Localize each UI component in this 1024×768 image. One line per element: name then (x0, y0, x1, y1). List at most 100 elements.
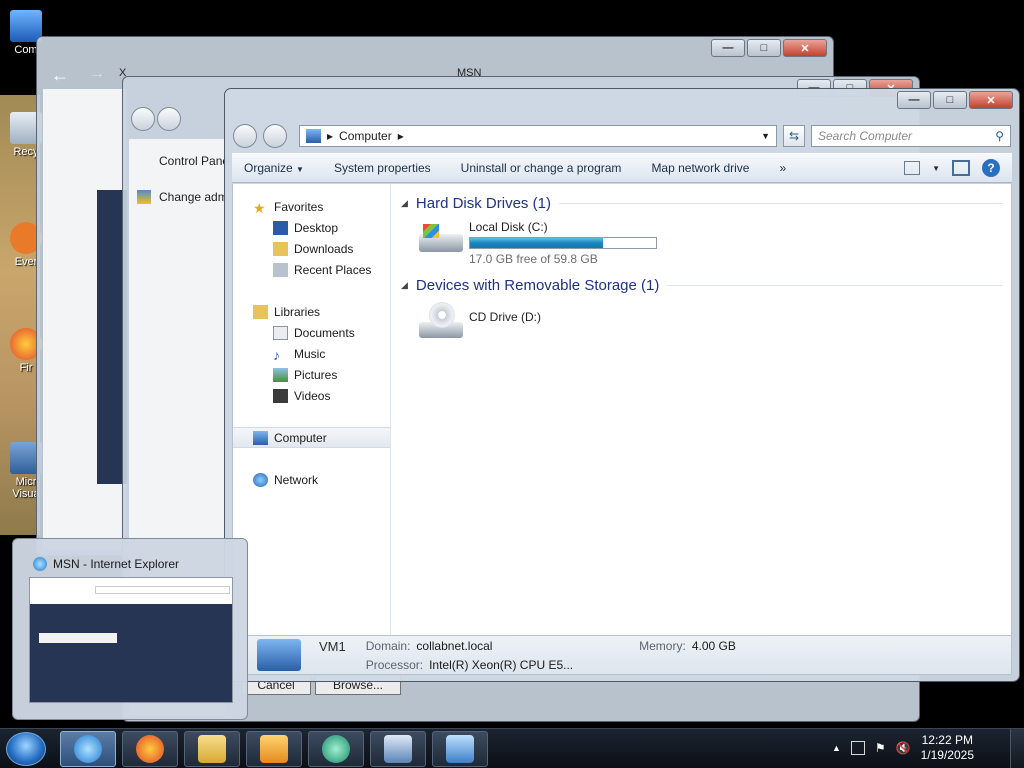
map-network-drive-button[interactable]: Map network drive (651, 161, 749, 175)
network-icon (253, 472, 268, 487)
action-center-flag-icon[interactable]: ⚑ (875, 741, 886, 755)
chevron-down-icon[interactable]: ▼ (932, 164, 940, 173)
refresh-icon: ⇆ (788, 129, 800, 143)
taskbar-control-panel[interactable] (432, 731, 488, 767)
nav-network[interactable]: Network (233, 469, 390, 490)
taskbar-remote-desktop[interactable] (370, 731, 426, 767)
explorer-caption-buttons: — □ ✕ (897, 91, 1013, 109)
breadcrumb-separator-icon: ▸ (327, 129, 334, 143)
pictures-icon (273, 367, 288, 382)
documents-icon (273, 325, 288, 340)
memory-label: Memory: (639, 639, 686, 653)
taskbar-thumbnail-preview[interactable]: MSN - Internet Explorer (12, 538, 248, 720)
browser-caption-buttons: — □ ✕ (711, 39, 827, 57)
taskbar-firefox[interactable] (122, 731, 178, 767)
control-panel-breadcrumb[interactable]: Control Pane (159, 154, 229, 168)
volume-muted-icon[interactable]: 🔇 (896, 741, 911, 755)
drive-cd[interactable]: CD Drive (D:) (401, 296, 1003, 346)
address-row: ▸ Computer ▸ ▼ ⇆ Search Computer ⚲ (233, 123, 1011, 149)
preview-pane-icon[interactable] (952, 160, 970, 176)
change-admin-link[interactable]: Change adm (159, 190, 228, 204)
forward-button[interactable] (263, 124, 287, 148)
chevron-down-icon[interactable]: ▼ (761, 131, 770, 141)
memory-value: 4.00 GB (691, 639, 736, 653)
close-button[interactable]: ✕ (969, 91, 1013, 109)
desktop-icon (273, 220, 288, 235)
details-pane: VM1 Domain: collabnet.local Memory: 4.00 … (232, 635, 1012, 675)
group-hard-disk-drives[interactable]: ◢ Hard Disk Drives (1) (401, 192, 1003, 214)
cd-drive-icon (415, 302, 463, 338)
taskbar-internet-explorer[interactable] (60, 731, 116, 767)
nav-computer[interactable]: Computer (233, 427, 390, 448)
domain-value: collabnet.local (416, 639, 493, 653)
nav-documents[interactable]: Documents (233, 322, 390, 343)
local-disk-name: Local Disk (C:) (469, 220, 548, 234)
network-tray-icon[interactable] (850, 741, 865, 755)
processor-value: Intel(R) Xeon(R) CPU E5... (429, 657, 574, 672)
explorer-window[interactable]: — □ ✕ ▸ Computer ▸ ▼ ⇆ Search Computer ⚲… (224, 88, 1020, 682)
breadcrumb-separator-icon[interactable]: ▸ (398, 129, 404, 143)
group-removable-storage[interactable]: ◢ Devices with Removable Storage (1) (401, 274, 1003, 296)
chevron-down-icon: ▼ (296, 165, 304, 174)
back-arrow-icon[interactable]: ← (51, 65, 69, 86)
taskbar: ▲ ⚑ 🔇 12:22 PM 1/19/2025 (0, 728, 1024, 768)
nav-videos[interactable]: Videos (233, 385, 390, 406)
address-computer-crumb[interactable]: Computer (339, 129, 392, 143)
collapse-arrow-icon[interactable]: ◢ (401, 198, 408, 209)
control-panel-icon (446, 735, 474, 763)
local-disk-free-space: 17.0 GB free of 59.8 GB (469, 252, 598, 266)
nav-pictures[interactable]: Pictures (233, 364, 390, 385)
collapse-arrow-icon[interactable]: ◢ (401, 280, 408, 291)
start-button[interactable] (6, 732, 46, 766)
address-bar[interactable]: ▸ Computer ▸ ▼ (299, 125, 777, 147)
videos-icon (273, 388, 288, 403)
maximize-button[interactable]: □ (747, 39, 781, 57)
explorer-body: ★ Favorites Desktop Downloads Recent Plac… (232, 184, 1012, 635)
close-button[interactable]: ✕ (783, 39, 827, 57)
organize-button[interactable]: Organize ▼ (244, 161, 304, 175)
nav-favorites[interactable]: ★ Favorites (233, 196, 390, 217)
music-icon: ♪ (273, 346, 280, 363)
search-icon: ⚲ (995, 129, 1004, 143)
system-properties-button[interactable]: System properties (334, 161, 431, 175)
media-player-icon (260, 735, 288, 763)
clock[interactable]: 12:22 PM 1/19/2025 (921, 733, 974, 763)
forward-arrow-icon[interactable]: → (89, 65, 105, 83)
more-commands-button[interactable]: » (779, 161, 786, 175)
search-input[interactable]: Search Computer ⚲ (811, 125, 1011, 147)
uac-shield-icon (137, 190, 151, 204)
command-bar: Organize ▼ System properties Uninstall o… (232, 153, 1012, 183)
folder-icon (198, 735, 226, 763)
minimize-button[interactable]: — (897, 91, 931, 109)
computer-icon (253, 430, 268, 445)
nav-music[interactable]: ♪ Music (233, 343, 390, 364)
taskbar-app-globe[interactable] (308, 731, 364, 767)
help-icon[interactable]: ? (982, 159, 1000, 177)
navigation-pane: ★ Favorites Desktop Downloads Recent Plac… (233, 184, 391, 635)
uninstall-program-button[interactable]: Uninstall or change a program (461, 161, 622, 175)
view-options-icon[interactable] (904, 161, 921, 175)
nav-recent-places[interactable]: Recent Places (233, 259, 390, 280)
nav-libraries[interactable]: Libraries (233, 301, 390, 322)
nav-downloads[interactable]: Downloads (233, 238, 390, 259)
computer-name: VM1 (319, 638, 346, 654)
back-button[interactable] (131, 107, 155, 131)
taskbar-file-explorer[interactable] (184, 731, 240, 767)
processor-label: Processor: (365, 657, 424, 672)
system-tray: ▲ ⚑ 🔇 12:22 PM 1/19/2025 (832, 733, 974, 763)
show-desktop-button[interactable] (1010, 729, 1024, 768)
minimize-button[interactable]: — (711, 39, 745, 57)
taskbar-media-player[interactable] (246, 731, 302, 767)
downloads-folder-icon (273, 241, 288, 256)
nav-desktop[interactable]: Desktop (233, 217, 390, 238)
refresh-button[interactable]: ⇆ (783, 125, 805, 147)
forward-button[interactable] (157, 107, 181, 131)
content-pane: ◢ Hard Disk Drives (1) Local Disk (C:) 1… (401, 192, 1003, 346)
back-button[interactable] (233, 124, 257, 148)
maximize-button[interactable]: □ (933, 91, 967, 109)
drive-local-disk[interactable]: Local Disk (C:) 17.0 GB free of 59.8 GB (401, 214, 1003, 274)
remote-desktop-icon (384, 735, 412, 763)
star-icon: ★ (253, 199, 266, 216)
firefox-icon (136, 735, 164, 763)
show-hidden-icons-icon[interactable]: ▲ (832, 743, 841, 753)
